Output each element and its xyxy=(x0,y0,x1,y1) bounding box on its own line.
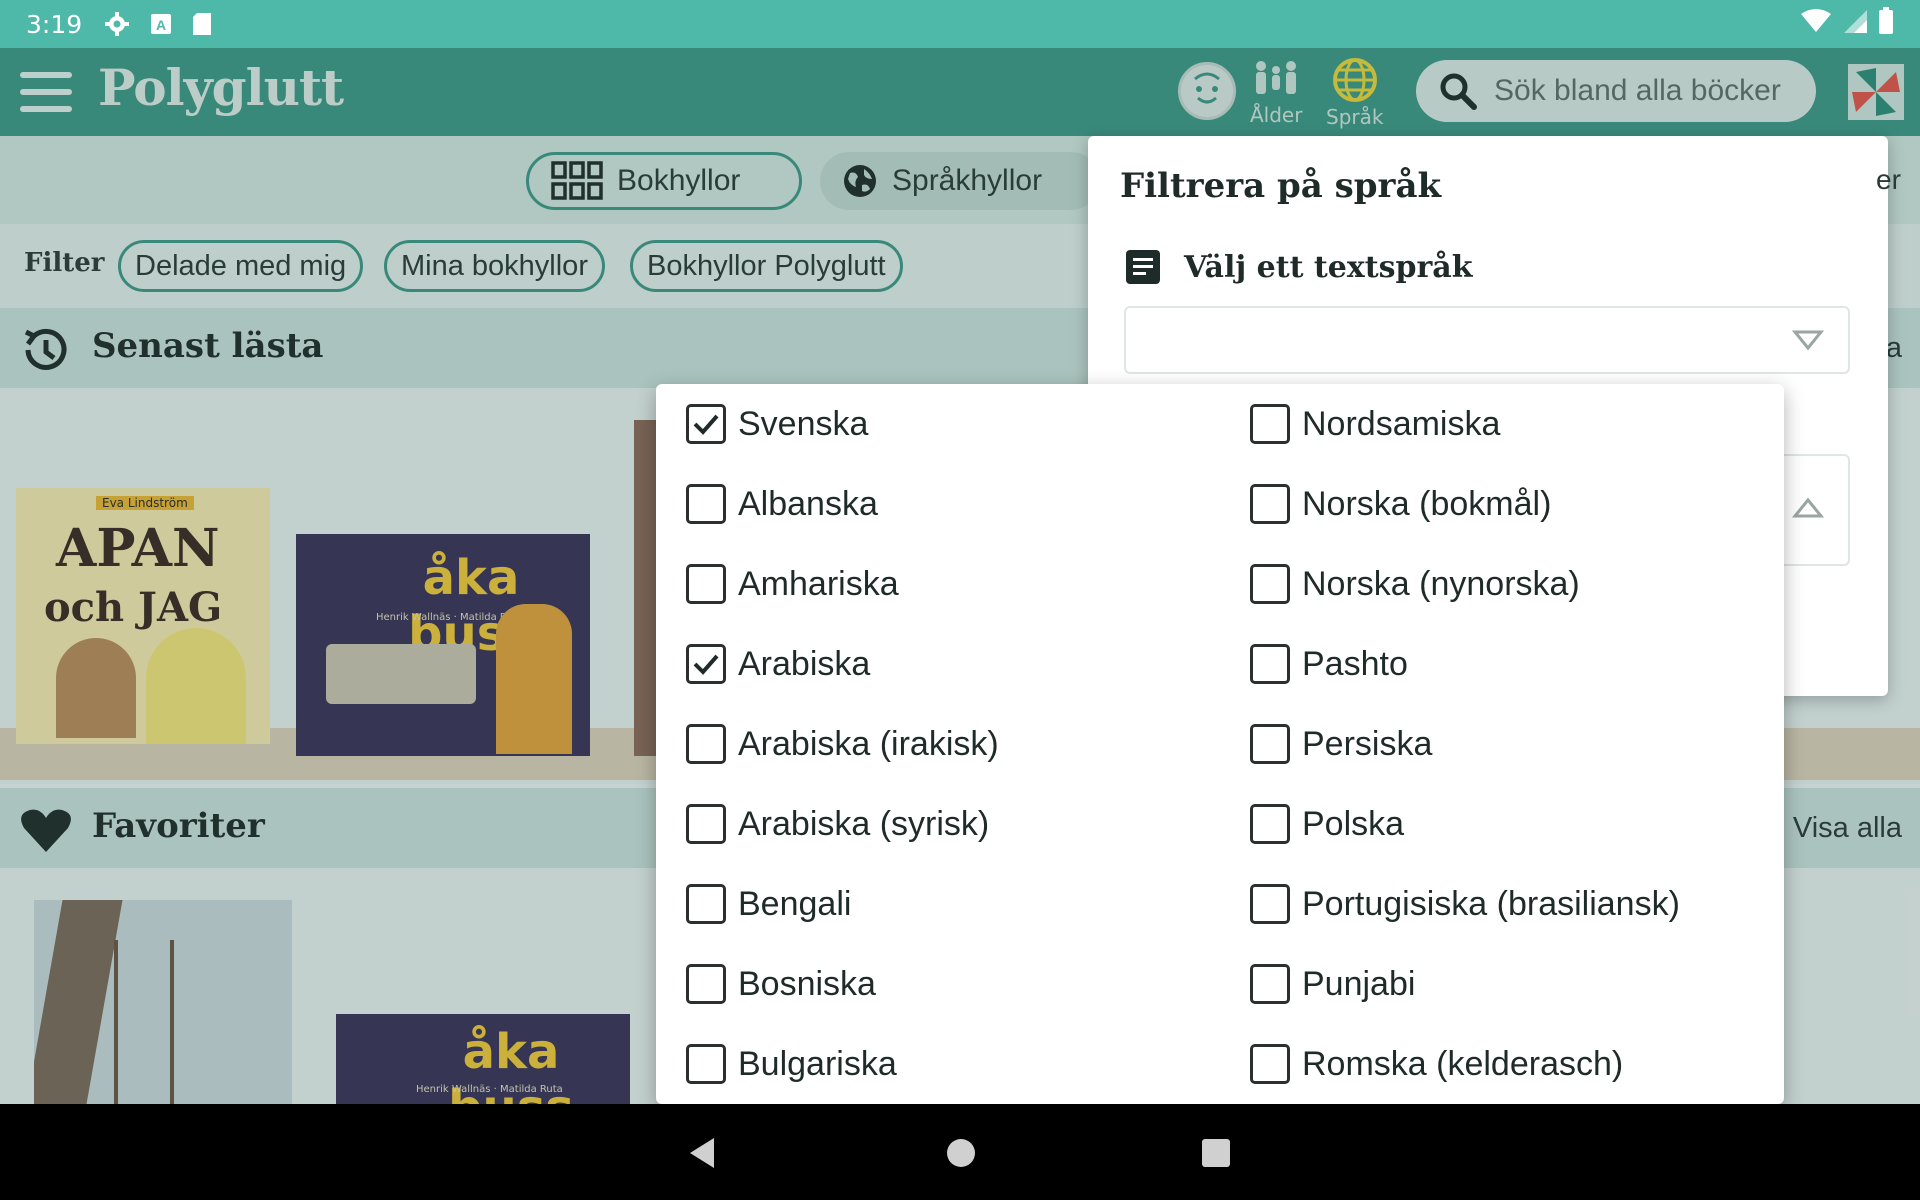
checkbox-unchecked[interactable] xyxy=(1250,804,1290,844)
language-option[interactable]: Arabiska xyxy=(686,634,870,694)
status-right-icons xyxy=(1800,0,1894,48)
panel-title: Filtrera på språk xyxy=(1120,166,1442,206)
language-option[interactable]: Portugisiska (brasiliansk) xyxy=(1250,874,1680,934)
language-option[interactable]: Nordsamiska xyxy=(1250,394,1500,454)
language-option-label: Portugisiska (brasiliansk) xyxy=(1302,884,1680,923)
checkbox-unchecked[interactable] xyxy=(1250,404,1290,444)
checkbox-unchecked[interactable] xyxy=(686,484,726,524)
language-option-label: Persiska xyxy=(1302,724,1433,763)
a-notification-icon: A xyxy=(150,13,172,35)
text-language-label: Välj ett textspråk xyxy=(1184,249,1473,285)
language-option[interactable]: Norska (nynorska) xyxy=(1250,554,1580,614)
language-option[interactable]: Arabiska (syrisk) xyxy=(686,794,989,854)
wifi-icon xyxy=(1800,8,1832,40)
status-time: 3:19 xyxy=(26,9,83,39)
language-option[interactable]: Svenska xyxy=(686,394,868,454)
language-option[interactable]: Punjabi xyxy=(1250,954,1415,1014)
checkbox-unchecked[interactable] xyxy=(1250,724,1290,764)
language-option-label: Norska (bokmål) xyxy=(1302,484,1552,523)
language-option-label: Bosniska xyxy=(738,964,876,1003)
checkbox-unchecked[interactable] xyxy=(686,964,726,1004)
chevron-up-icon xyxy=(1791,496,1825,524)
checkbox-unchecked[interactable] xyxy=(1250,564,1290,604)
language-option-label: Norska (nynorska) xyxy=(1302,564,1580,603)
language-options-dropdown: Svenska Albanska Amhariska Arabiska Arabiska… xyxy=(656,384,1784,1104)
language-option[interactable]: Norska (bokmål) xyxy=(1250,474,1551,534)
text-language-heading: Välj ett textspråk xyxy=(1124,248,1473,286)
settings-gear-icon xyxy=(104,11,130,37)
checkbox-unchecked[interactable] xyxy=(1250,644,1290,684)
system-nav-bar xyxy=(0,1104,1920,1200)
language-option[interactable]: Persiska xyxy=(1250,714,1432,774)
checkbox-unchecked[interactable] xyxy=(686,804,726,844)
checkbox-unchecked[interactable] xyxy=(686,1044,726,1084)
language-option-label: Svenska xyxy=(738,404,869,443)
status-bar: 3:19 A xyxy=(0,0,1920,48)
document-icon xyxy=(1124,248,1162,286)
language-option[interactable]: Polska xyxy=(1250,794,1404,854)
checkbox-unchecked[interactable] xyxy=(1250,964,1290,1004)
text-language-select[interactable] xyxy=(1124,306,1850,374)
language-option[interactable]: Pashto xyxy=(1250,634,1408,694)
signal-icon xyxy=(1842,8,1868,40)
checkbox-unchecked[interactable] xyxy=(686,884,726,924)
language-option-label: Bulgariska xyxy=(738,1044,897,1083)
recents-icon[interactable] xyxy=(1200,1136,1232,1174)
sd-card-icon xyxy=(192,12,212,36)
panel-side-partial: er xyxy=(1876,164,1901,195)
language-option[interactable]: Amhariska xyxy=(686,554,899,614)
language-option-label: Amhariska xyxy=(738,564,899,603)
language-option-label: Polska xyxy=(1302,804,1405,843)
language-option[interactable]: Romska (kelderasch) xyxy=(1250,1034,1623,1094)
checkbox-unchecked[interactable] xyxy=(1250,1044,1290,1084)
language-option[interactable]: Arabiska (irakisk) xyxy=(686,714,999,774)
checkbox-unchecked[interactable] xyxy=(1250,884,1290,924)
checkbox-unchecked[interactable] xyxy=(686,564,726,604)
checkbox-checked[interactable] xyxy=(686,404,726,444)
svg-text:A: A xyxy=(156,17,166,33)
language-option[interactable]: Albanska xyxy=(686,474,878,534)
chevron-down-icon xyxy=(1791,328,1825,356)
back-icon[interactable] xyxy=(686,1136,718,1174)
language-option-label: Nordsamiska xyxy=(1302,404,1501,443)
language-option-label: Punjabi xyxy=(1302,964,1416,1003)
language-option-label: Romska (kelderasch) xyxy=(1302,1044,1624,1083)
language-option-label: Albanska xyxy=(738,484,878,523)
checkbox-unchecked[interactable] xyxy=(1250,484,1290,524)
language-option-label: Pashto xyxy=(1302,644,1408,683)
language-option[interactable]: Bosniska xyxy=(686,954,876,1014)
language-option-label: Arabiska (syrisk) xyxy=(738,804,990,843)
language-option-label: Arabiska (irakisk) xyxy=(738,724,999,763)
battery-icon xyxy=(1878,7,1894,41)
checkbox-unchecked[interactable] xyxy=(686,724,726,764)
language-option[interactable]: Bulgariska xyxy=(686,1034,897,1094)
language-option[interactable]: Bengali xyxy=(686,874,851,934)
home-icon[interactable] xyxy=(946,1136,976,1174)
language-option-label: Arabiska xyxy=(738,644,871,683)
checkbox-checked[interactable] xyxy=(686,644,726,684)
language-option-label: Bengali xyxy=(738,884,852,923)
